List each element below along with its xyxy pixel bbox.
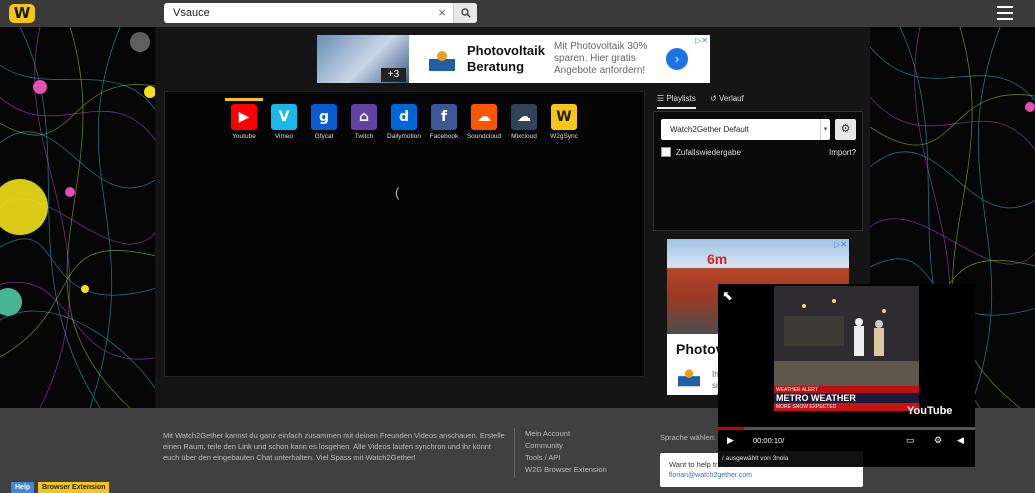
footer-link-tools-api[interactable]: Tools / API: [525, 452, 607, 464]
history-icon: ↺: [710, 94, 719, 103]
w2g-logo[interactable]: W: [9, 4, 35, 23]
gfycat-icon: g: [311, 104, 337, 130]
news-ticker: MORE SNOW EXPECTED: [774, 403, 919, 411]
ad-image-text: 6m: [707, 251, 728, 267]
youtube-logo-icon[interactable]: YouTube: [907, 405, 952, 417]
chevron-down-icon: ▾: [820, 119, 830, 140]
browser-extension-button[interactable]: Browser Extension: [38, 482, 110, 493]
shuffle-label: Zufallswiedergabe: [676, 148, 741, 157]
import-link[interactable]: Import?: [829, 148, 856, 157]
search-input[interactable]: [164, 3, 434, 23]
provider-dailymotion[interactable]: d Dailymotion: [384, 98, 424, 140]
youtube-icon: ▶: [231, 104, 257, 130]
help-button[interactable]: Help: [11, 482, 35, 493]
twitch-icon: ⌂: [351, 104, 377, 130]
search-button[interactable]: [453, 3, 477, 23]
language-label: Sprache wählen:: [660, 433, 716, 442]
progress-fill: [718, 427, 744, 430]
playlist-panel: Watch2Gether Default ▾ ⚙ Zufallswiedergab…: [653, 111, 863, 231]
tab-verlauf[interactable]: ↺ Verlauf: [710, 94, 744, 103]
provider-bar: ▶ Youtube V Vimeo g Gfycat ⌂ Twitch d Dailymo…: [224, 98, 584, 140]
expand-arrow-icon[interactable]: ⬉: [722, 288, 736, 303]
ad-go-button[interactable]: ›: [666, 48, 688, 70]
top-bar: W ×: [0, 0, 1035, 27]
search-box: ×: [164, 3, 477, 23]
soundcloud-icon: ☁: [471, 104, 497, 130]
solar-company-logo-icon: [429, 51, 455, 71]
playlist-tabs: ☰ Playlists ↺ Verlauf: [653, 91, 863, 109]
ad-choices-icon-2[interactable]: ▷✕: [834, 240, 847, 249]
provider-youtube[interactable]: ▶ Youtube: [224, 98, 264, 140]
play-icon[interactable]: ▶: [727, 435, 734, 446]
video-scene: [774, 286, 919, 386]
ad-text: Mit Photovoltaik 30% sparen. Hier gratis…: [554, 41, 648, 76]
vimeo-icon: V: [271, 104, 297, 130]
footer-links: Mein Account Community Tools / API W2G B…: [514, 428, 607, 478]
volume-icon[interactable]: ◀: [957, 435, 964, 446]
time-display: 00:00:10/: [753, 436, 785, 445]
tab-playlists[interactable]: ☰ Playlists: [657, 94, 696, 109]
video-frame[interactable]: WEATHER ALERT METRO WEATHER MORE SNOW EX…: [774, 286, 919, 411]
settings-gear-icon[interactable]: ⚙: [934, 435, 942, 446]
facebook-icon: f: [431, 104, 457, 130]
ad-banner-top[interactable]: +3 Photovoltaik Beratung Mit Photovoltai…: [317, 35, 710, 83]
mixcloud-icon: ☁: [511, 104, 537, 130]
shuffle-checkbox[interactable]: [661, 147, 671, 157]
footer-link-account[interactable]: Mein Account: [525, 428, 607, 440]
dailymotion-icon: d: [391, 104, 417, 130]
provider-facebook[interactable]: f Facebook: [424, 98, 464, 140]
solar-company-logo-icon-2: [678, 369, 700, 387]
provider-vimeo[interactable]: V Vimeo: [264, 98, 304, 140]
playlist-select[interactable]: Watch2Gether Default ▾: [661, 119, 830, 140]
hamburger-menu-icon[interactable]: [997, 6, 1013, 20]
provider-w2gsync[interactable]: W W2gSync: [544, 98, 584, 140]
loading-spinner-icon: (: [395, 185, 400, 200]
clear-search-icon[interactable]: ×: [434, 3, 450, 23]
video-selected-by: / ausgewählt von 3nola: [718, 451, 863, 467]
search-icon: [460, 8, 471, 18]
provider-mixcloud[interactable]: ☁ Mixcloud: [504, 98, 544, 140]
ad-choices-icon[interactable]: ▷✕: [695, 36, 708, 45]
contact-email-link[interactable]: florian@watch2gether.com: [669, 472, 854, 479]
mini-player-controls: ▶ 00:00:10/ ▭ ⚙ ◀: [718, 427, 975, 451]
ad-side-headline: Photov: [676, 341, 724, 357]
playlist-settings-gear-icon[interactable]: ⚙: [835, 119, 856, 140]
ad-headline: Photovoltaik Beratung: [467, 43, 546, 74]
footer-description: Mit Watch2Gether kannst du ganz einfach …: [163, 431, 505, 462]
footer-link-community[interactable]: Community: [525, 440, 607, 452]
list-icon: ☰: [657, 94, 667, 103]
footer-link-browser-extension[interactable]: W2G Browser Extension: [525, 464, 607, 476]
provider-gfycat[interactable]: g Gfycat: [304, 98, 344, 140]
provider-soundcloud[interactable]: ☁ Soundcloud: [464, 98, 504, 140]
ad-image-count: +3: [381, 68, 406, 82]
provider-twitch[interactable]: ⌂ Twitch: [344, 98, 384, 140]
cast-icon[interactable]: ▭: [906, 435, 915, 446]
background-art-left: [0, 27, 155, 408]
progress-bar[interactable]: [718, 427, 975, 430]
w2gsync-icon: W: [551, 104, 577, 130]
mini-video-player[interactable]: ⬉ WEATHER ALERT METRO WEATHER MORE SNOW …: [718, 284, 975, 467]
